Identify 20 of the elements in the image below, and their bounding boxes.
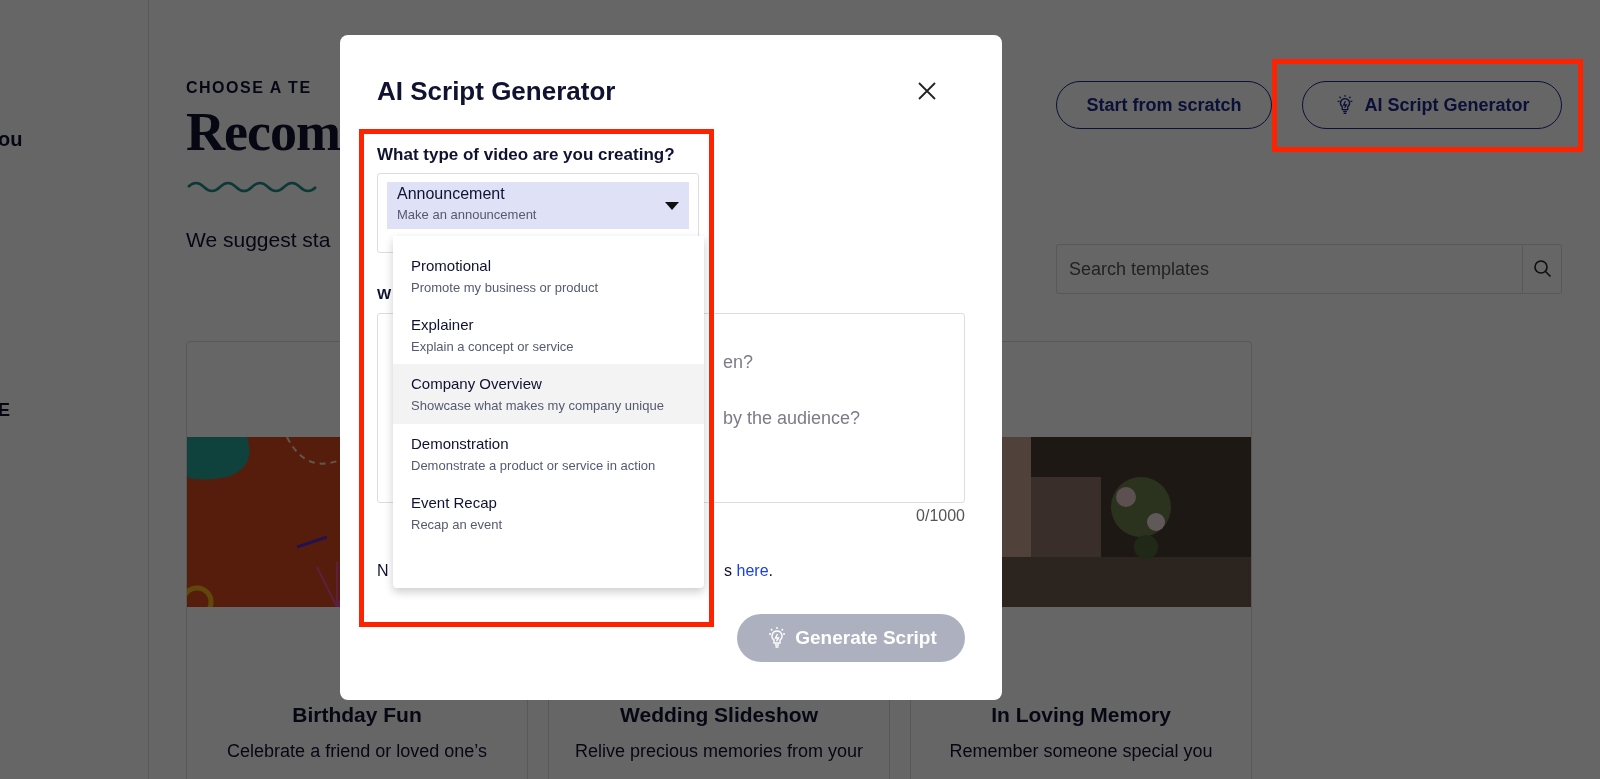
template-title: Birthday Fun (292, 703, 422, 727)
template-title: Wedding Slideshow (620, 703, 818, 727)
note-text: . (768, 562, 773, 579)
template-title: In Loving Memory (991, 703, 1171, 727)
note-text: N (377, 562, 389, 580)
field-label: W (377, 285, 392, 304)
template-description: Relive precious memories from your (574, 741, 864, 762)
page-title: Recom (186, 103, 340, 163)
field-label: What type of video are you creating? (377, 145, 676, 165)
template-description: Remember someone special you (949, 741, 1213, 762)
selected-option: Announcement (397, 185, 679, 203)
subtitle-text: We suggest sta (186, 228, 332, 253)
template-description: Celebrate a friend or loved one’s (227, 741, 487, 762)
dialog-title: AI Script Generator (377, 75, 616, 107)
eyebrow-text: CHOOSE A TE (186, 79, 312, 97)
placeholder-text: en? (723, 352, 754, 373)
character-counter: 0/1000 (916, 507, 965, 525)
selected-option-hint: Make an announcement (397, 207, 538, 222)
placeholder-text: by the audience? (723, 408, 861, 429)
note-text: s (724, 562, 733, 579)
